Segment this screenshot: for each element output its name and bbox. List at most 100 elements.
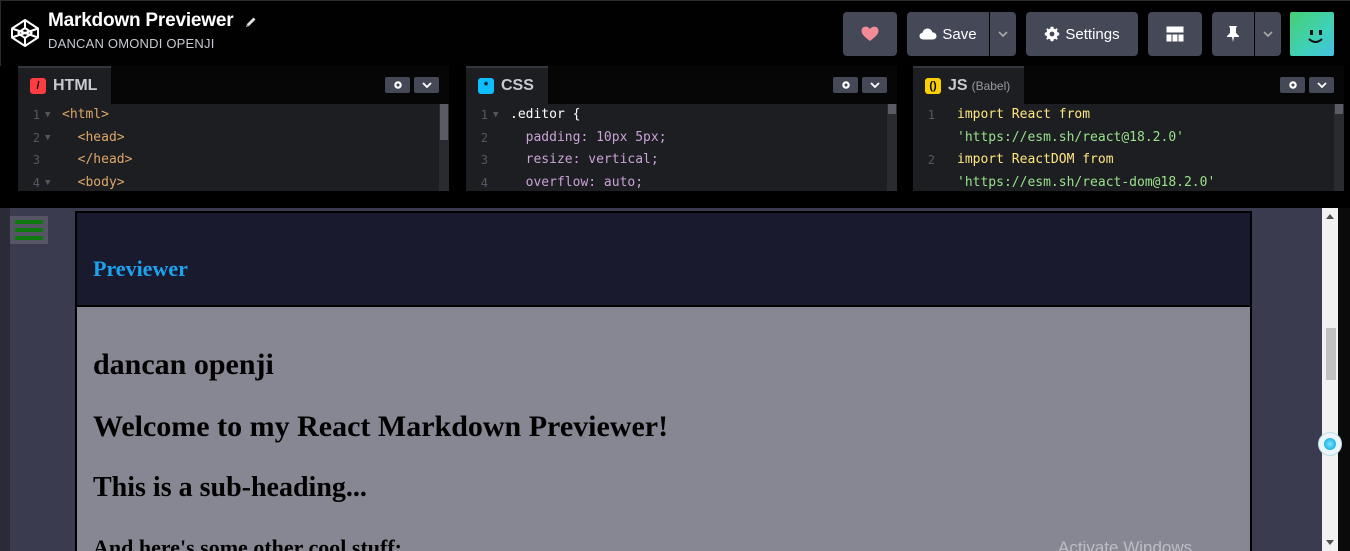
pin-icon: [1227, 26, 1239, 42]
tab-html[interactable]: / HTML: [18, 66, 112, 104]
line-number: 2: [32, 130, 40, 145]
css-collapse-button[interactable]: [862, 77, 887, 93]
cloud-icon: [919, 28, 937, 40]
html-code-area[interactable]: 1 ▼ <html> 2 ▼ <head> 3 </head> 4 ▼ <body>: [18, 104, 449, 191]
tab-html-label: HTML: [53, 77, 98, 94]
pencil-edit-icon[interactable]: [244, 15, 258, 29]
heart-button[interactable]: [843, 12, 897, 56]
floating-assistant-icon[interactable]: [1318, 432, 1342, 456]
line-number: 1: [32, 108, 40, 122]
preview-heading-4: And here's some other cool stuff:: [93, 535, 402, 551]
line-number: 2: [927, 153, 935, 167]
css-editor-tabbar: * CSS: [466, 66, 897, 104]
code-text: overflow: auto;: [510, 174, 644, 190]
preview-scrollbar[interactable]: [1322, 208, 1338, 551]
code-line: 2 padding: 10px 5px;: [466, 127, 897, 150]
change-view-button[interactable]: [1148, 12, 1202, 56]
codepen-logo-icon[interactable]: [9, 17, 41, 49]
code-line: 2 import ReactDOM from: [913, 149, 1344, 172]
css-code-area[interactable]: 1 ▼ .editor { 2 padding: 10px 5px; 3 resiz…: [466, 104, 897, 191]
heart-icon: [861, 26, 879, 41]
preview-page: Previewer dancan openji Welcome to my Re…: [0, 208, 1322, 551]
gear-icon: [841, 81, 850, 89]
preview-heading-2: Welcome to my React Markdown Previewer!: [93, 410, 669, 443]
save-dropdown-button[interactable]: [990, 12, 1016, 56]
html-file-icon: /: [30, 78, 46, 94]
html-scrollbar[interactable]: [439, 104, 449, 191]
fold-arrow-icon[interactable]: ▼: [42, 127, 62, 150]
css-editor-controls: [833, 77, 887, 93]
js-scrollbar[interactable]: [1334, 104, 1344, 191]
html-editor-controls: [385, 77, 439, 93]
js-editor: () JS (Babel) 1 import React from 'https:…: [913, 66, 1344, 191]
code-line: 4 overflow: auto;: [466, 172, 897, 192]
html-collapse-button[interactable]: [414, 77, 439, 93]
code-text: <html>: [62, 107, 109, 122]
code-text: .editor {: [510, 107, 581, 122]
html-editor-tabbar: / HTML: [18, 66, 449, 104]
tab-css[interactable]: * CSS: [466, 66, 548, 104]
chevron-down-icon: [421, 82, 432, 88]
line-number: [913, 127, 937, 150]
html-settings-button[interactable]: [385, 77, 410, 93]
pin-dropdown-button[interactable]: [1255, 12, 1281, 56]
line-number: 1: [480, 108, 488, 122]
gear-icon: [1288, 81, 1297, 89]
js-editor-tabbar: () JS (Babel): [913, 66, 1344, 104]
title-wrap: Markdown Previewer DANCAN OMONDI OPENJI: [48, 10, 258, 51]
save-button[interactable]: Save: [907, 12, 989, 56]
chevron-down-icon: [1263, 31, 1273, 37]
fold-arrow-icon[interactable]: ▼: [42, 104, 62, 127]
editor-panels: / HTML 1 ▼ <html> 2 ▼ <head> 3 </head> 4 ▼ <…: [0, 66, 1350, 208]
scrollbar-thumb[interactable]: [1326, 328, 1336, 380]
js-settings-button[interactable]: [1280, 77, 1305, 93]
code-text: <body>: [62, 174, 125, 190]
line-number: 4: [480, 175, 488, 190]
settings-label: Settings: [1065, 25, 1120, 43]
css-settings-button[interactable]: [833, 77, 858, 93]
user-avatar[interactable]: [1290, 12, 1334, 56]
save-label: Save: [942, 25, 977, 43]
js-collapse-button[interactable]: [1309, 77, 1334, 93]
chevron-down-icon: [998, 31, 1008, 37]
author-name[interactable]: DANCAN OMONDI OPENJI: [48, 36, 258, 51]
preview-frame: Previewer dancan openji Welcome to my Re…: [0, 208, 1350, 551]
chevron-down-icon: [869, 82, 880, 88]
line-number: 1: [927, 108, 935, 122]
code-text: resize: vertical;: [510, 152, 659, 167]
fold-arrow-icon[interactable]: ▼: [42, 172, 62, 192]
hamburger-menu-icon[interactable]: [10, 216, 48, 244]
scrollbar-thumb[interactable]: [888, 104, 896, 114]
settings-button[interactable]: Settings: [1026, 12, 1138, 56]
scrollbar-thumb[interactable]: [440, 104, 448, 140]
scroll-down-arrow-icon[interactable]: [1326, 540, 1334, 545]
js-file-icon: (): [925, 78, 941, 94]
code-line: 3 </head>: [18, 149, 449, 172]
preview-heading-1: dancan openji: [93, 348, 274, 381]
side-strip: [1338, 208, 1350, 551]
code-text: 'https://esm.sh/react@18.2.0': [957, 129, 1184, 145]
css-scrollbar[interactable]: [887, 104, 897, 191]
scrollbar-thumb[interactable]: [1335, 104, 1343, 114]
fold-arrow-icon[interactable]: ▼: [490, 104, 510, 127]
tab-js[interactable]: () JS (Babel): [913, 66, 1025, 104]
tab-js-label: JS: [948, 77, 968, 94]
code-line: 1 ▼ <html>: [18, 104, 449, 127]
code-line: 1 ▼ .editor {: [466, 104, 897, 127]
css-file-icon: *: [478, 78, 494, 94]
scroll-up-arrow-icon[interactable]: [1326, 214, 1334, 219]
preview-heading-3: This is a sub-heading...: [93, 472, 367, 503]
code-line: 'https://esm.sh/react@18.2.0': [913, 127, 1344, 150]
pen-title[interactable]: Markdown Previewer: [48, 10, 234, 32]
code-line: 3 resize: vertical;: [466, 149, 897, 172]
line-number: 3: [480, 153, 488, 167]
js-code-area[interactable]: 1 import React from 'https://esm.sh/react…: [913, 104, 1344, 191]
previewer-toolbar: Previewer: [75, 211, 1252, 307]
pin-button[interactable]: [1212, 12, 1254, 56]
